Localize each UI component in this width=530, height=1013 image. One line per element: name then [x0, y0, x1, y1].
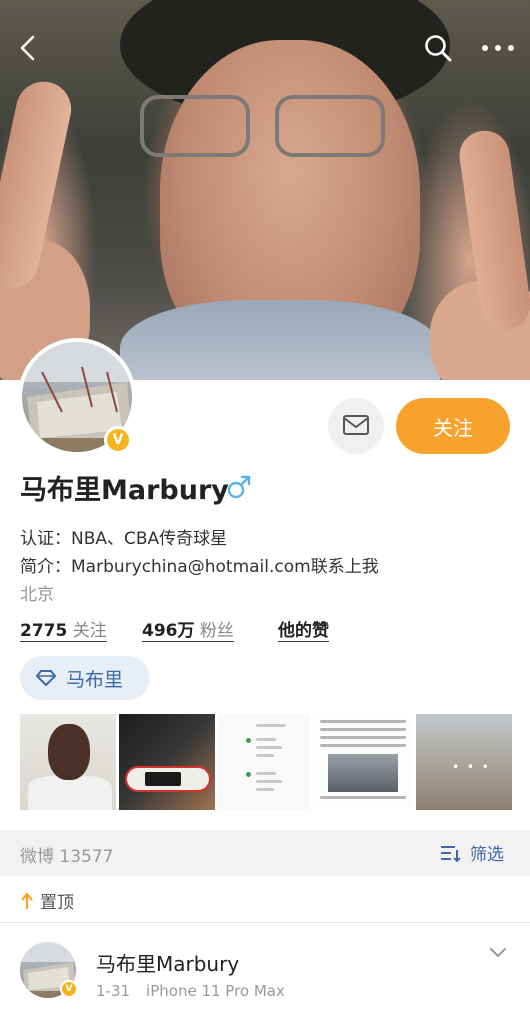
search-button[interactable]	[418, 28, 458, 68]
following-label: 关注	[72, 621, 107, 641]
text-line	[256, 738, 276, 741]
article-photo	[328, 754, 398, 792]
likes-stat[interactable]: 他的赞	[278, 616, 329, 641]
timeline-dot	[246, 738, 251, 743]
photo-thumbnail-3[interactable]	[218, 714, 310, 810]
tag-label: 马布里	[66, 668, 124, 691]
followers-stat[interactable]: 496万 粉丝	[142, 616, 234, 641]
text-line	[256, 754, 274, 757]
weibo-bar: 微博 13577 筛选	[0, 830, 530, 876]
filter-icon	[441, 845, 461, 862]
message-button[interactable]	[328, 398, 384, 454]
thermometer-screen	[145, 772, 181, 786]
chevron-down-icon[interactable]	[488, 946, 508, 960]
verification-text: 认证：NBA、CBA传奇球星	[20, 529, 228, 549]
filter-label: 筛选	[470, 845, 504, 865]
pinned-text: 置顶	[40, 893, 74, 913]
text-line	[256, 772, 276, 775]
following-stat[interactable]: 2775 关注	[20, 616, 107, 641]
cover-shirt	[120, 300, 440, 380]
thermometer	[125, 766, 211, 792]
photo-thumbnail-1[interactable]	[20, 714, 116, 810]
cover-glasses-left	[140, 95, 250, 157]
photo-thumbnail-2[interactable]	[119, 714, 215, 810]
more-photos-indicator: • • •	[452, 760, 491, 774]
thumb-person-face	[48, 724, 90, 780]
post-author[interactable]: 马布里Marbury	[96, 948, 239, 977]
text-line	[256, 788, 274, 791]
text-line	[256, 746, 282, 749]
up-arrow-icon	[21, 892, 33, 909]
article-text	[320, 720, 406, 752]
verified-badge: V	[104, 426, 132, 454]
location-text: 北京	[20, 585, 54, 605]
bio-text[interactable]: 简介：Marburychina@hotmail.com联系上我	[20, 552, 379, 577]
divider	[0, 922, 530, 923]
post-date: 1-31	[96, 982, 131, 1000]
filter-button[interactable]: 筛选	[440, 840, 504, 865]
cover-glasses-right	[275, 95, 385, 157]
photo-thumbnail-4[interactable]	[314, 714, 412, 810]
back-button[interactable]	[8, 28, 48, 68]
following-count: 2775	[20, 621, 68, 641]
article-text	[320, 796, 406, 804]
more-button[interactable]	[478, 28, 518, 68]
search-icon	[425, 35, 452, 62]
chevron-left-icon	[20, 35, 35, 61]
followers-count: 496万	[142, 621, 195, 641]
diamond-icon	[36, 670, 56, 686]
tag-chip[interactable]: 马布里	[20, 656, 150, 700]
post-verified-badge: V	[60, 980, 78, 998]
message-icon	[343, 415, 369, 435]
post-device: iPhone 11 Pro Max	[146, 982, 285, 1000]
photo-thumbnail-5[interactable]: • • •	[416, 714, 512, 810]
follow-button[interactable]: 关注	[396, 398, 510, 454]
text-line	[256, 724, 286, 727]
post-meta: 1-31 iPhone 11 Pro Max	[96, 982, 285, 1000]
thumb-person-body	[28, 776, 112, 810]
text-line	[256, 780, 282, 783]
pinned-label: 置顶	[20, 888, 74, 913]
timeline-dot	[246, 772, 251, 777]
more-dots-icon	[482, 45, 514, 51]
male-icon	[227, 475, 251, 499]
weibo-count: 微博 13577	[20, 847, 114, 867]
followers-label: 粉丝	[199, 621, 234, 641]
profile-name: 马布里Marbury	[20, 475, 229, 506]
